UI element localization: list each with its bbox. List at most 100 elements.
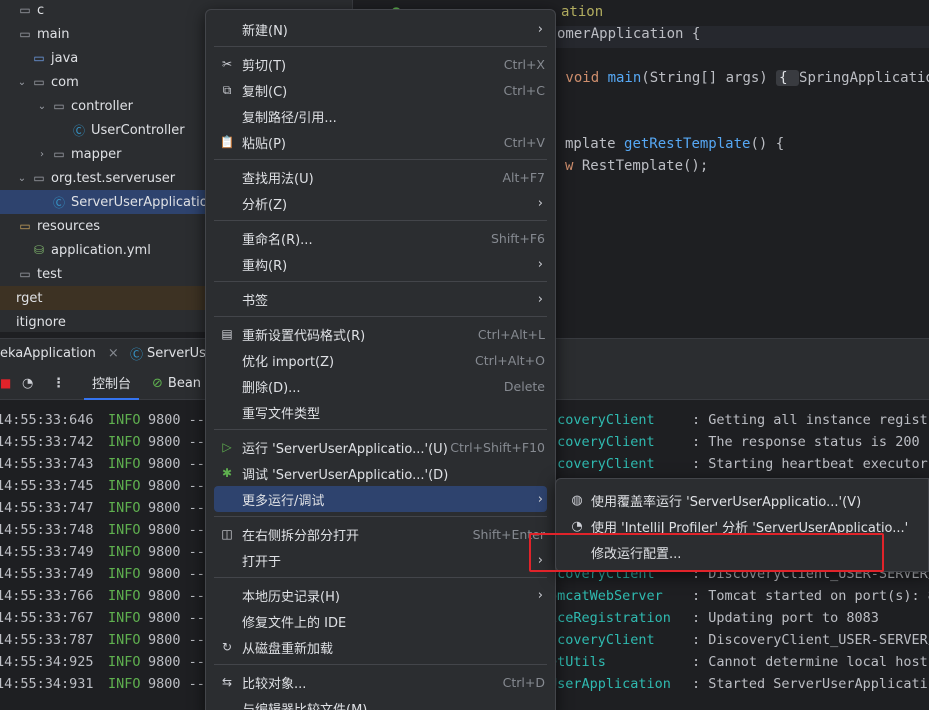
menu-item[interactable]: 新建(N) › — [214, 16, 547, 42]
copy-icon: ⧉ — [222, 82, 232, 97]
run-tab[interactable]: Ⓒ ServerUse — [130, 339, 214, 367]
menu-item-label: 优化 import(Z) — [242, 354, 335, 370]
log-time: 14:55:33:749 — [0, 566, 94, 582]
menu-item[interactable]: 重命名(R)... Shift+F6 — [214, 225, 547, 251]
log-time: 14:55:33:767 — [0, 610, 94, 626]
menu-item[interactable]: ↻ 从磁盘重新加载 — [214, 634, 547, 660]
close-icon[interactable]: × — [108, 346, 119, 361]
beans-icon: ⊘ — [152, 375, 163, 391]
tree-item-label: application.yml — [51, 242, 151, 258]
menu-item[interactable]: 更多运行/调试 › — [214, 486, 547, 512]
log-pid: 9800 -- — [148, 500, 205, 516]
context-menu: 新建(N) › ✂ 剪切(T) Ctrl+X ⧉ 复制(C) Ctrl+C 复制路径/引用...… — [205, 9, 556, 710]
menu-item[interactable]: ▷ 运行 'ServerUserApplicatio...'(U) Ctrl+Shi… — [214, 434, 547, 460]
tree-item-label: rget — [16, 290, 43, 306]
restart-icon[interactable]: ■ — [0, 366, 11, 400]
menu-item-shortcut: Alt+F7 — [502, 169, 545, 185]
log-level: INFO — [108, 566, 141, 582]
menu-item[interactable]: 与编辑器比较文件(M) — [214, 695, 547, 710]
menu-item[interactable]: 删除(D)... Delete — [214, 373, 547, 399]
menu-separator — [214, 281, 547, 282]
chevron-right-icon: › — [537, 491, 543, 507]
menu-separator — [214, 316, 547, 317]
log-time: 14:55:33:743 — [0, 456, 94, 472]
menu-item[interactable]: ✱ 调试 'ServerUserApplicatio...'(D) — [214, 460, 547, 486]
log-time: 14:55:33:745 — [0, 478, 94, 494]
log-level: INFO — [108, 676, 141, 692]
log-time: 14:55:33:747 — [0, 500, 94, 516]
more-options-icon[interactable]: ⋮ — [52, 366, 65, 400]
menu-item[interactable]: ⇆ 比较对象... Ctrl+D — [214, 669, 547, 695]
menu-item[interactable]: 优化 import(Z) Ctrl+Alt+O — [214, 347, 547, 373]
code-token: () { — [750, 136, 785, 152]
tab-beans[interactable]: ⊘ Bean — [152, 366, 201, 400]
log-level: INFO — [108, 522, 141, 538]
code-token: getRestTemplate — [624, 136, 751, 152]
cut-icon: ✂ — [221, 57, 233, 71]
tree-item-label: c — [37, 2, 45, 18]
log-logger: scoveryClient — [549, 412, 655, 428]
menu-item[interactable]: 打开于 › — [214, 547, 547, 573]
submenu-item[interactable]: ◍ 使用覆盖率运行 'ServerUserApplicatio...'(V) — [564, 487, 928, 513]
log-pid: 9800 -- — [148, 412, 205, 428]
coverage-icon: ◍ — [571, 492, 583, 508]
chevron-down-icon[interactable]: ⌄ — [14, 173, 30, 184]
menu-separator — [214, 429, 547, 430]
code-line: omerApplication { — [557, 26, 700, 42]
log-level: INFO — [108, 544, 141, 560]
menu-item[interactable]: 重构(R) › — [214, 251, 547, 277]
menu-item-shortcut: Ctrl+X — [503, 56, 545, 72]
run-tab[interactable]: ekaApplication × — [0, 339, 119, 367]
menu-separator — [214, 664, 547, 665]
tab-console[interactable]: 控制台 — [84, 366, 140, 400]
package-icon: ▭ — [53, 99, 65, 113]
run-icon: ▷ — [222, 440, 232, 454]
log-time: 14:55:33:766 — [0, 588, 94, 604]
log-level: INFO — [108, 610, 141, 626]
log-level: INFO — [108, 500, 141, 516]
log-pid: 9800 -- — [148, 632, 205, 648]
log-level: INFO — [108, 456, 141, 472]
menu-item[interactable]: 分析(Z) › — [214, 190, 547, 216]
menu-item[interactable]: 书签 › — [214, 286, 547, 312]
log-msg: : Cannot determine local hostn — [692, 654, 929, 670]
menu-item-shortcut: Ctrl+D — [502, 674, 545, 690]
menu-item[interactable]: ◫ 在右侧拆分部分打开 Shift+Enter — [214, 521, 547, 547]
menu-item-shortcut: Ctrl+C — [503, 82, 545, 98]
chevron-down-icon[interactable]: ⌄ — [34, 101, 50, 112]
menu-item[interactable]: 重写文件类型 — [214, 399, 547, 425]
chevron-right-icon[interactable]: › — [34, 149, 50, 160]
menu-item-label: 运行 'ServerUserApplicatio...'(U) — [242, 441, 448, 457]
menu-item-label: 新建(N) — [242, 23, 288, 39]
chevron-down-icon[interactable]: ⌄ — [14, 77, 30, 88]
menu-item[interactable]: ▤ 重新设置代码格式(R) Ctrl+Alt+L — [214, 321, 547, 347]
log-logger: UserApplication — [549, 676, 671, 692]
log-logger: scoveryClient — [549, 632, 655, 648]
log-logger: etUtils — [549, 654, 606, 670]
menu-separator — [214, 577, 547, 578]
menu-item[interactable]: 本地历史记录(H) › — [214, 582, 547, 608]
menu-item-label: 分析(Z) — [242, 197, 288, 213]
log-level: INFO — [108, 588, 141, 604]
menu-item-label: 复制路径/引用... — [242, 110, 337, 126]
menu-item[interactable]: ✂ 剪切(T) Ctrl+X — [214, 51, 547, 77]
tree-item-label: java — [51, 50, 79, 66]
menu-item[interactable]: 复制路径/引用... — [214, 103, 547, 129]
tree-item-label: main — [37, 26, 70, 42]
gauge-icon[interactable]: ◔ — [22, 366, 33, 400]
tree-item-label: UserController — [91, 122, 185, 138]
menu-item-label: 重构(R) — [242, 258, 288, 274]
menu-separator — [214, 46, 547, 47]
code-token: main — [607, 70, 642, 86]
menu-item[interactable]: 修复文件上的 IDE — [214, 608, 547, 634]
chevron-right-icon: › — [537, 291, 543, 307]
menu-item[interactable]: 📋 粘贴(P) Ctrl+V — [214, 129, 547, 155]
menu-item-shortcut: Ctrl+Alt+O — [475, 352, 545, 368]
menu-item-shortcut: Ctrl+Alt+L — [477, 326, 545, 342]
menu-item[interactable]: 查找用法(U) Alt+F7 — [214, 164, 547, 190]
menu-item-shortcut: Ctrl+V — [503, 134, 545, 150]
code-token: SpringApplication. — [799, 70, 929, 86]
menu-item[interactable]: ⧉ 复制(C) Ctrl+C — [214, 77, 547, 103]
source-folder-icon: ▭ — [33, 51, 45, 65]
log-pid: 9800 -- — [148, 654, 205, 670]
